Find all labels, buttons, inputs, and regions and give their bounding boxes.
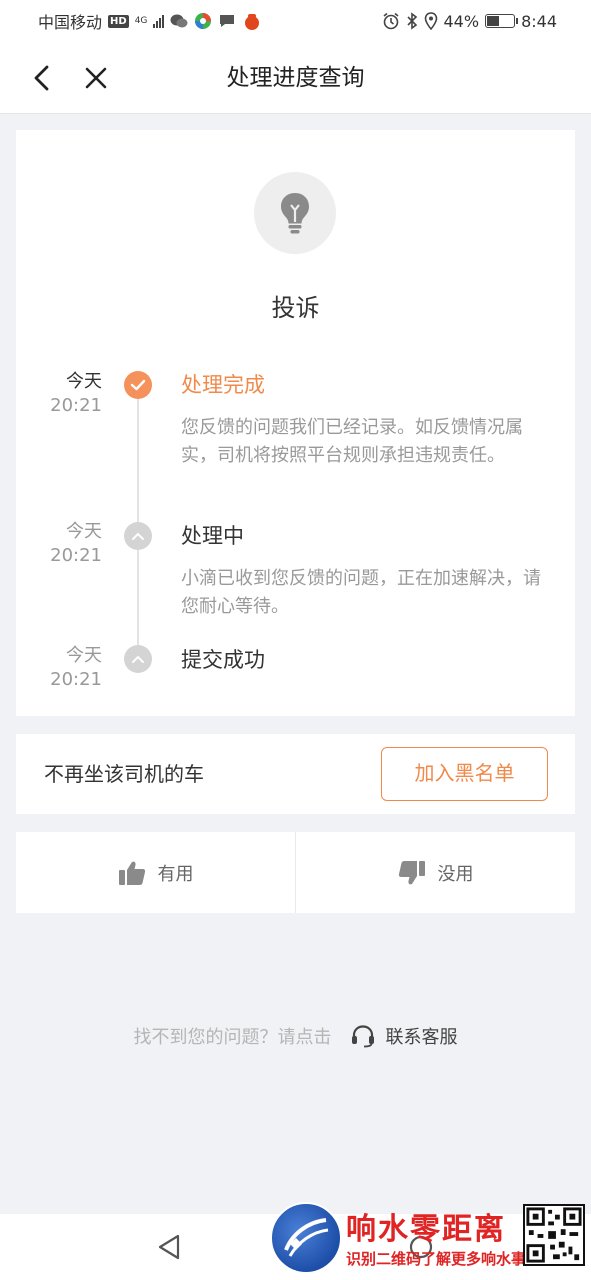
contact-service-link[interactable]: 联系客服 [350,1023,458,1049]
app-pinwheel-icon [195,13,212,29]
status-right: 44% 8:44 [382,11,557,31]
useless-button[interactable]: 没用 [296,832,575,913]
battery-percent: 44% [443,11,480,31]
step-title: 处理中 [181,524,244,548]
useful-label: 有用 [157,863,194,885]
watermark-title: 响水零距离 [346,1212,506,1247]
watermark: 响水零距离 识别二维码了解更多响水事 [268,1200,591,1280]
network-type: 4G [134,15,148,26]
lightbulb-icon [281,193,309,234]
complaint-type-title: 投诉 [271,294,320,322]
hd-badge: HD [108,14,129,28]
help-line: 找不到您的问题？请点击 联系客服 [0,1020,591,1052]
step-day: 今天 [66,521,102,542]
clock: 8:44 [521,11,557,31]
carrier-label: 中国移动 [38,13,103,32]
step-status-dot [124,645,152,673]
headset-icon [351,1025,374,1048]
alarm-icon [382,12,399,30]
step-timestamp: 今天 20:21 [16,644,102,692]
watermark-logo [270,1202,342,1274]
contact-service-label: 联系客服 [385,1027,458,1048]
step-day: 今天 [66,371,102,392]
location-icon [424,12,437,30]
step-timestamp: 今天 20:21 [16,370,102,418]
watermark-logo-icon [284,1218,329,1257]
blacklist-card: 不再坐该司机的车 加入黑名单 [16,734,575,814]
status-bar: 中国移动 HD 4G 44% 8:44 [0,0,591,42]
step-title: 提交成功 [181,648,265,672]
progress-card: 投诉 今天 20:21 处理完成 您反馈的问题我们已经记录。如反馈情况属实，司机… [16,130,575,716]
step-description: 小滴已收到您反馈的问题，正在加速解决，请您耐心等待。 [181,568,541,617]
step-time: 20:21 [50,545,102,566]
thumbs-down-icon [398,860,425,884]
step-status-dot [124,522,152,550]
nav-back-icon[interactable] [154,1232,184,1262]
qr-code-icon [523,1204,585,1266]
watermark-subtitle: 识别二维码了解更多响水事 [346,1250,527,1268]
complaint-type-badge [254,172,336,254]
chevron-up-icon [132,655,144,663]
step-description: 您反馈的问题我们已经记录。如反馈情况属实，司机将按照平台规则承担违规责任。 [181,417,523,466]
step-timestamp: 今天 20:21 [16,520,102,568]
help-question: 找不到您的问题？请点击 [133,1027,332,1048]
message-icon [220,15,235,27]
close-icon [85,67,107,89]
battery-icon [485,14,519,28]
blacklist-text: 不再坐该司机的车 [44,762,204,786]
chevron-up-icon [132,532,144,540]
thumbs-up-icon [118,861,145,885]
step-time: 20:21 [50,669,102,690]
signal-icon [153,14,165,28]
step-day: 今天 [66,645,102,666]
step-time: 20:21 [50,395,102,416]
wechat-icon [170,14,188,28]
app-red-icon [245,14,260,30]
checkmark-icon [130,379,146,391]
useless-label: 没用 [437,863,474,885]
bluetooth-icon [406,12,417,30]
step-title: 处理完成 [181,373,265,397]
feedback-card: 有用 没用 [16,832,575,913]
status-left: 中国移动 HD 4G [38,9,262,33]
back-button[interactable] [24,60,60,96]
back-arrow-icon [34,65,49,91]
add-to-blacklist-button[interactable]: 加入黑名单 [381,747,548,801]
navigation-header: 处理进度查询 [0,42,591,114]
close-button[interactable] [78,60,114,96]
step-status-dot [124,371,152,399]
useful-button[interactable]: 有用 [16,832,295,913]
